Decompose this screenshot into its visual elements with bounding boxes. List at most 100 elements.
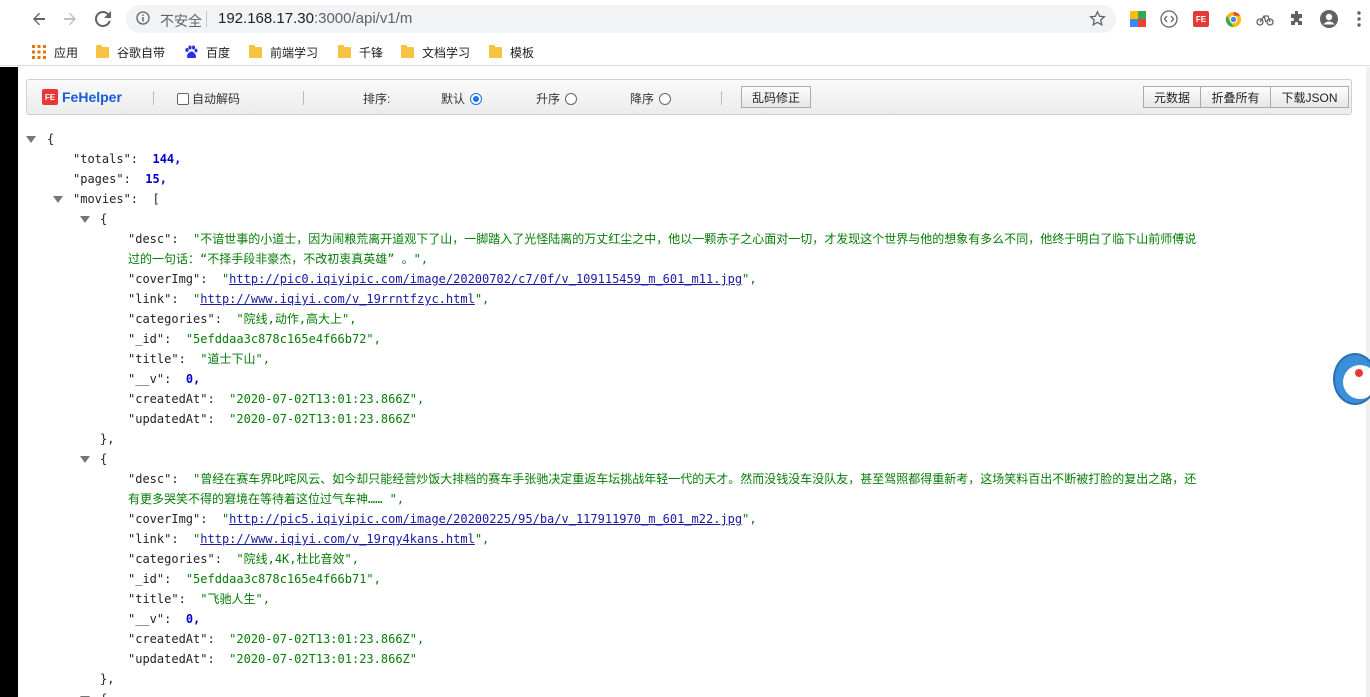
json-row-title: "title": "飞驰人生",: [128, 592, 270, 606]
code-extension-icon[interactable]: [1159, 9, 1179, 29]
bookmark-label: 模板: [510, 45, 535, 60]
browser-toolbar: 不安全 192.168.17.30:3000/api/v1/m FE: [0, 0, 1370, 38]
json-row-coverimg: "coverImg": "http://pic0.iqiyipic.com/im…: [128, 272, 757, 286]
checkbox-box[interactable]: [177, 92, 189, 105]
json-row-v: "__v": 0,: [128, 372, 201, 386]
auto-decode-label: 自动解码: [192, 92, 241, 106]
json-object-open: {: [100, 452, 108, 466]
json-object-open: {: [100, 689, 107, 697]
left-dark-edge: [0, 67, 18, 697]
collapse-triangle-icon[interactable]: [80, 456, 90, 463]
url-text: 192.168.17.30:3000/api/v1/m: [218, 10, 413, 27]
bookmark-apps[interactable]: 应用: [32, 43, 78, 61]
back-arrow-icon[interactable]: [28, 8, 50, 30]
sort-default-radio[interactable]: 默认: [441, 90, 483, 107]
json-row-updatedat: "updatedAt": "2020-07-02T13:01:23.866Z": [128, 652, 417, 666]
json-row-id: "_id": "5efddaa3c878c165e4f66b71",: [128, 572, 381, 586]
bookmarks-bar: 应用 谷歌自带 百度 前端学习 千锋 文档学习 模板: [0, 38, 1370, 66]
folder-icon: [338, 44, 351, 58]
movie-link[interactable]: http://www.iqiyi.com/v_19rrntfzyc.html: [200, 292, 475, 306]
movie-link[interactable]: http://www.iqiyi.com/v_19rqy4kans.html: [200, 532, 475, 546]
apps-grid-icon: [32, 45, 46, 59]
auto-decode-checkbox[interactable]: 自动解码: [177, 90, 240, 107]
json-row-desc: "desc": "不谙世事的小道士，因为闹粮荒离开道观下了山，一脚踏入了光怪陆离…: [128, 232, 1197, 246]
sort-asc-label: 升序: [536, 92, 561, 106]
json-row-desc-cont: 过的一句话：“不择手段非豪杰，不改初衷真英雄” 。",: [128, 252, 429, 266]
insecure-label: 不安全: [160, 13, 202, 29]
collapse-triangle-icon[interactable]: [26, 136, 36, 143]
radio-unselected[interactable]: [659, 92, 672, 105]
bookmark-label: 应用: [54, 45, 79, 60]
radio-unselected[interactable]: [565, 92, 578, 105]
address-separator: [206, 11, 207, 27]
json-row-title: "title": "道士下山",: [128, 352, 270, 366]
fehelper-badge-icon: FE: [42, 89, 58, 105]
json-row-pages: "pages": 15,: [73, 172, 167, 186]
fehelper-logo[interactable]: FE FeHelper: [42, 89, 122, 105]
json-row-desc-cont: 有更多哭笑不得的窘境在等待着这位过气车神…… ",: [128, 492, 405, 506]
profile-avatar-icon[interactable]: [1319, 9, 1339, 29]
divider: [303, 91, 304, 105]
fehelper-toolbar: FE FeHelper 自动解码 排序: 默认 升序 降序 乱码修正 元数据 折…: [26, 79, 1352, 115]
bookmark-label: 前端学习: [270, 45, 319, 60]
coverimg-link[interactable]: http://pic0.iqiyipic.com/image/20200702/…: [229, 272, 742, 286]
json-row-updatedat: "updatedAt": "2020-07-02T13:01:23.866Z": [128, 412, 417, 426]
fold-all-button[interactable]: 折叠所有: [1201, 86, 1271, 108]
json-object-close: },: [100, 672, 115, 686]
sort-desc-label: 降序: [630, 92, 655, 106]
bookmark-baidu[interactable]: 百度: [184, 43, 230, 61]
folder-icon: [401, 44, 414, 58]
bookmark-star-icon[interactable]: [1089, 10, 1106, 30]
fix-garbled-button[interactable]: 乱码修正: [741, 86, 811, 108]
json-row-movies: "movies": [: [73, 192, 160, 206]
folder-icon: [96, 44, 109, 58]
chrome-extension-icon[interactable]: [1223, 9, 1243, 29]
bookmark-folder-frontend[interactable]: 前端学习: [249, 43, 318, 61]
bookmark-folder-docs[interactable]: 文档学习: [401, 43, 470, 61]
forward-arrow-icon[interactable]: [59, 8, 81, 30]
menu-kebab-icon[interactable]: [1349, 9, 1369, 29]
address-bar[interactable]: 不安全 192.168.17.30:3000/api/v1/m: [126, 5, 1116, 33]
doraemon-assistant-icon[interactable]: [1333, 353, 1370, 405]
bookmark-label: 文档学习: [422, 45, 471, 60]
bookmark-folder-qianfeng[interactable]: 千锋: [338, 43, 383, 61]
json-row-createdat: "createdAt": "2020-07-02T13:01:23.866Z",: [128, 392, 425, 406]
bookmark-label: 千锋: [359, 45, 384, 60]
sort-asc-radio[interactable]: 升序: [536, 90, 578, 107]
sort-default-label: 默认: [441, 92, 466, 106]
bookmark-folder-templates[interactable]: 模板: [489, 43, 534, 61]
json-row-categories: "categories": "院线,动作,高大上",: [128, 312, 357, 326]
divider: [721, 91, 722, 105]
metadata-button[interactable]: 元数据: [1143, 86, 1201, 108]
pinwheel-extension-icon[interactable]: [1128, 9, 1148, 29]
bookmark-folder-google[interactable]: 谷歌自带: [96, 43, 165, 61]
sort-desc-radio[interactable]: 降序: [630, 90, 672, 107]
paw-icon: [184, 45, 198, 59]
json-object-open: {: [100, 212, 108, 226]
folder-icon: [489, 44, 502, 58]
reload-icon[interactable]: [92, 8, 114, 30]
json-row-coverimg: "coverImg": "http://pic5.iqiyipic.com/im…: [128, 512, 757, 526]
json-root-open: {: [47, 132, 55, 146]
divider: [153, 91, 154, 105]
coverimg-link[interactable]: http://pic5.iqiyipic.com/image/20200225/…: [229, 512, 742, 526]
json-row-desc: "desc": "曾经在赛车界叱咤风云、如今却只能经营炒饭大排档的赛车手张驰决定…: [128, 472, 1197, 486]
collapse-triangle-icon[interactable]: [53, 196, 63, 203]
collapse-triangle-icon[interactable]: [80, 216, 90, 223]
bookmark-label: 谷歌自带: [117, 45, 166, 60]
radio-selected[interactable]: [470, 92, 483, 105]
info-icon[interactable]: [136, 11, 150, 28]
download-json-button[interactable]: 下载JSON: [1271, 86, 1349, 108]
sort-label: 排序:: [363, 92, 391, 106]
json-row-totals: "totals": 144,: [73, 152, 182, 166]
json-row-link: "link": "http://www.iqiyi.com/v_19rrntfz…: [128, 292, 490, 306]
json-row-v: "__v": 0,: [128, 612, 201, 626]
folder-icon: [249, 44, 262, 58]
json-row-createdat: "createdAt": "2020-07-02T13:01:23.866Z",: [128, 632, 425, 646]
fehelper-extension-icon[interactable]: FE: [1191, 9, 1211, 29]
page-content: FE FeHelper 自动解码 排序: 默认 升序 降序 乱码修正 元数据 折…: [18, 67, 1370, 697]
fehelper-logo-text: FeHelper: [62, 89, 122, 105]
json-object-close: },: [100, 432, 115, 446]
bike-extension-icon[interactable]: [1255, 9, 1275, 29]
puzzle-extensions-icon[interactable]: [1287, 9, 1307, 29]
